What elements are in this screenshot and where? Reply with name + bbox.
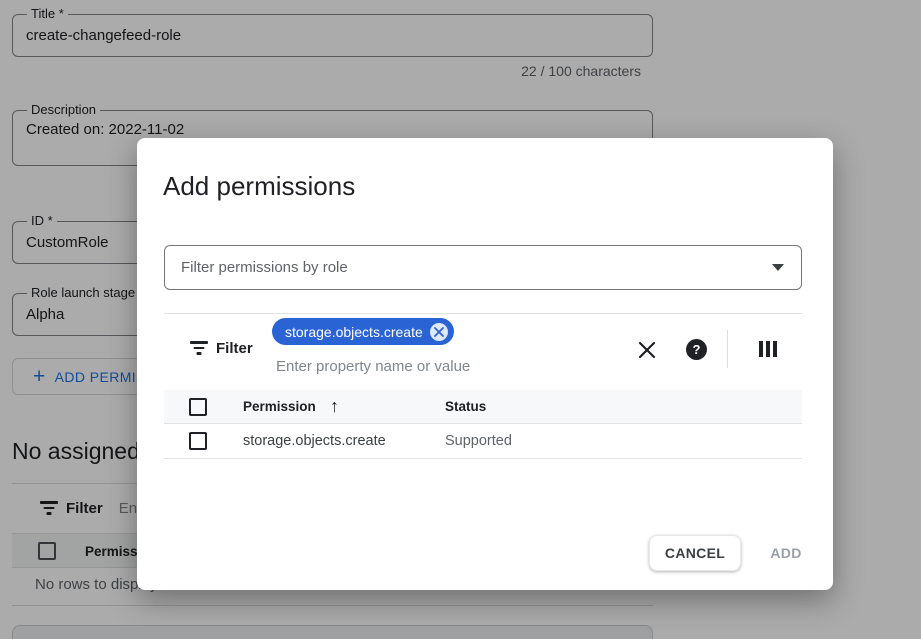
column-display-options-icon[interactable] — [759, 341, 777, 357]
dialog-table-header: Permission ↑ Status — [164, 390, 802, 424]
close-icon — [638, 341, 656, 359]
row-permission-cell: storage.objects.create — [243, 433, 386, 449]
dialog-title: Add permissions — [163, 171, 355, 202]
filter-label: Filter — [216, 340, 253, 357]
clear-filters-button[interactable] — [633, 336, 661, 364]
row-checkbox[interactable] — [189, 432, 207, 450]
toolbar-divider — [727, 330, 728, 368]
screen: Title * create-changefeed-role 22 / 100 … — [0, 0, 921, 639]
filter-permissions-by-role-dropdown[interactable]: Filter permissions by role — [164, 245, 802, 290]
chip-remove-icon[interactable] — [430, 323, 448, 341]
help-icon[interactable]: ? — [686, 339, 707, 360]
filter-chip-label: storage.objects.create — [285, 324, 423, 340]
table-row[interactable]: storage.objects.create Supported — [164, 424, 802, 459]
filter-chip-storage-objects-create[interactable]: storage.objects.create — [272, 318, 454, 345]
filter-icon — [190, 341, 208, 355]
cancel-button[interactable]: CANCEL — [649, 535, 741, 571]
status-column-header: Status — [445, 399, 486, 414]
divider — [164, 313, 802, 314]
row-status-cell: Supported — [445, 433, 512, 449]
add-permissions-dialog: Add permissions Filter permissions by ro… — [137, 138, 833, 590]
sort-ascending-icon[interactable]: ↑ — [330, 396, 339, 417]
filter-permissions-by-role-value: Filter permissions by role — [181, 259, 348, 276]
filter-input[interactable]: Enter property name or value — [276, 358, 470, 375]
add-button[interactable]: ADD — [758, 535, 814, 571]
chevron-down-icon — [772, 264, 784, 271]
select-all-checkbox[interactable] — [189, 398, 207, 416]
permission-column-header[interactable]: Permission — [243, 399, 316, 414]
